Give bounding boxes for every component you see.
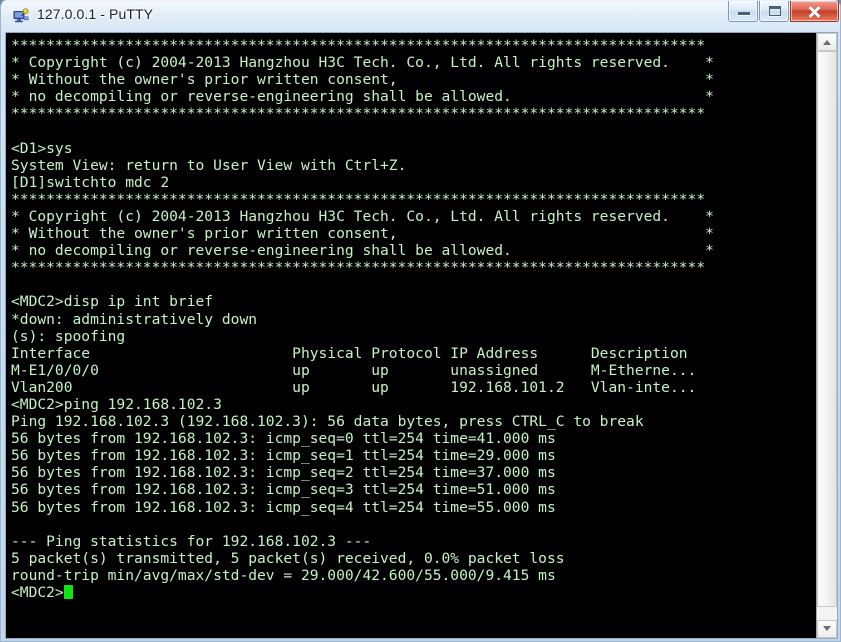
maximize-button[interactable] xyxy=(759,1,789,22)
text-cursor xyxy=(63,585,73,599)
terminal-screen[interactable]: ****************************************… xyxy=(6,33,816,638)
terminal-text: ****************************************… xyxy=(11,37,714,601)
window-title: 127.0.0.1 - PuTTY xyxy=(37,6,154,22)
scroll-up-button[interactable] xyxy=(817,33,837,51)
minimize-icon xyxy=(738,12,750,15)
terminal-client-area: ****************************************… xyxy=(5,32,838,639)
close-icon xyxy=(791,1,838,21)
window-controls xyxy=(727,1,839,25)
minimize-button[interactable] xyxy=(728,1,758,22)
title-bar[interactable]: 127.0.0.1 - PuTTY xyxy=(1,1,841,31)
maximize-icon xyxy=(769,6,781,16)
scrollbar-track[interactable] xyxy=(817,51,837,620)
scrollbar-thumb[interactable] xyxy=(817,51,837,607)
putty-computer-icon xyxy=(13,8,29,23)
scroll-up-arrow-icon xyxy=(823,40,831,45)
terminal-output: ****************************************… xyxy=(11,37,816,601)
close-button[interactable] xyxy=(790,1,839,22)
scroll-down-arrow-icon xyxy=(823,626,831,631)
terminal-scrollbar[interactable] xyxy=(816,33,837,638)
scroll-down-button[interactable] xyxy=(817,620,837,638)
putty-window: 127.0.0.1 - PuTTY **********************… xyxy=(0,0,841,642)
